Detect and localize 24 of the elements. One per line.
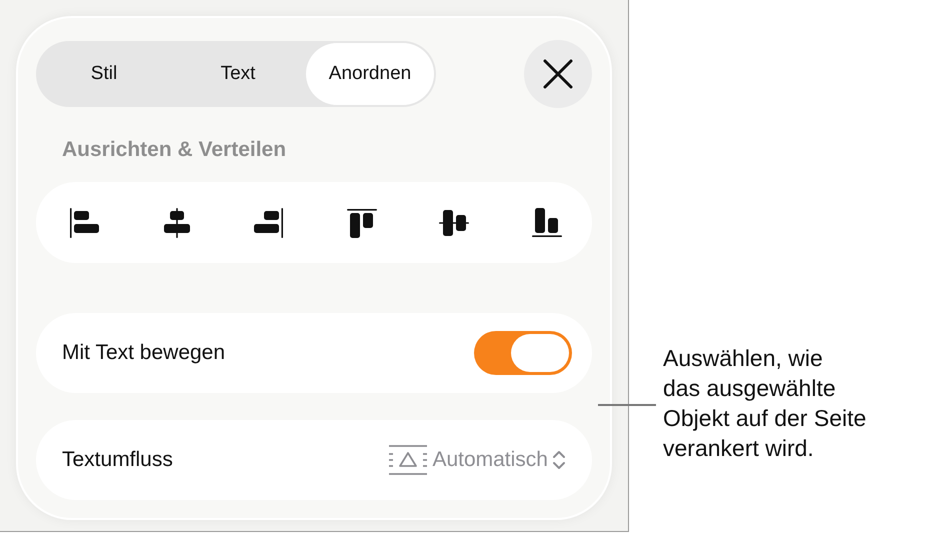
align-left-icon	[69, 208, 99, 238]
align-center-button[interactable]	[162, 208, 192, 238]
chevron-up-down-icon	[552, 449, 566, 471]
tab[interactable]: Anordnen	[306, 43, 434, 105]
align-top-icon	[346, 208, 377, 238]
align-top-button[interactable]	[346, 208, 377, 238]
align-middle-button[interactable]	[439, 208, 470, 238]
setting-label: Mit Text bewegen	[62, 341, 226, 365]
tab[interactable]: Stil	[38, 43, 170, 105]
setting-label: Textumfluss	[62, 448, 173, 472]
close-icon	[543, 59, 573, 89]
align-bottom-button[interactable]	[532, 208, 562, 238]
align-middle-icon	[439, 208, 470, 238]
toggle-switch[interactable]	[474, 331, 572, 375]
section-heading: Ausrichten & Verteilen	[62, 138, 288, 163]
align-bottom-icon	[532, 208, 562, 238]
align-left-button[interactable]	[69, 208, 99, 238]
align-right-icon	[254, 208, 284, 238]
callout-text: Auswählen, wie das ausgewählte Objekt auf der Seite verankert wird.	[663, 344, 866, 463]
tab[interactable]: Text	[170, 43, 306, 105]
align-right-button[interactable]	[254, 208, 284, 238]
align-center-icon	[162, 208, 192, 238]
text-wrap-icon	[388, 444, 428, 476]
leader-line	[598, 404, 656, 406]
